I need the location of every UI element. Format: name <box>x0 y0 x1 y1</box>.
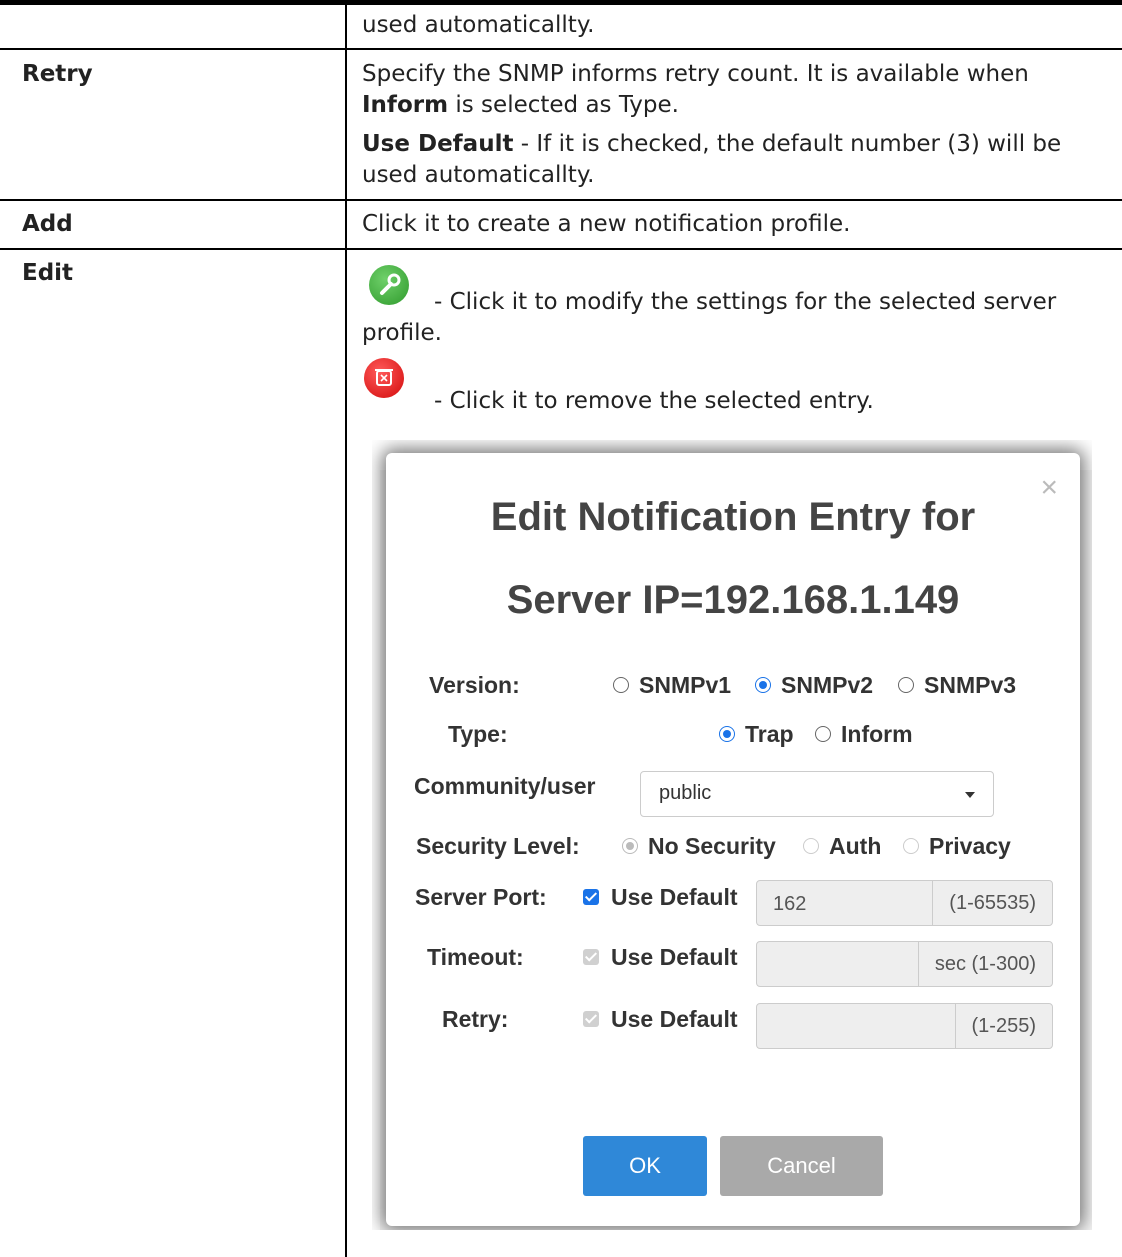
modal-title-line2: Server IP=192.168.1.149 <box>506 578 960 622</box>
retry-use-default-checkbox[interactable]: Use Default <box>583 1006 738 1033</box>
radio-icon <box>719 725 735 742</box>
desc-edit: - Click it to modify the settings for th… <box>362 289 1057 346</box>
checkbox-icon <box>583 888 599 905</box>
type-label: Type: <box>448 721 508 747</box>
radio-snmpv2[interactable]: SNMPv2 <box>755 672 873 699</box>
server-port-input[interactable]: 162 (1-65535) <box>756 880 1053 926</box>
timeout-input[interactable]: sec (1-300) <box>756 941 1053 987</box>
timeout-label: Timeout: <box>427 944 524 970</box>
retry-input[interactable]: (1-255) <box>756 1003 1053 1049</box>
community-label: Community/user <box>414 773 596 799</box>
port-use-default-checkbox[interactable]: Use Default <box>583 884 738 911</box>
dialog-screenshot: × Edit Notification Entry for Server IP=… <box>372 440 1092 1230</box>
version-label: Version: <box>429 672 520 698</box>
radio-icon <box>755 676 771 693</box>
desc-delete: - Click it to remove the selected entry. <box>434 388 874 414</box>
checkbox-icon <box>583 1010 599 1027</box>
security-level-label: Security Level: <box>416 833 580 859</box>
desc-retry-note: Use Default - If it is checked, the defa… <box>362 131 1062 188</box>
radio-snmpv1[interactable]: SNMPv1 <box>613 672 731 699</box>
radio-icon <box>898 676 914 693</box>
timeout-use-default-checkbox[interactable]: Use Default <box>583 944 738 971</box>
radio-trap[interactable]: Trap <box>719 721 794 748</box>
radio-icon <box>613 676 629 693</box>
community-select[interactable]: public <box>640 771 994 817</box>
row-divider <box>0 199 1122 201</box>
cancel-button[interactable]: Cancel <box>720 1136 883 1196</box>
radio-privacy[interactable]: Privacy <box>903 833 1011 860</box>
desc-retry: Specify the SNMP informs retry count. It… <box>362 61 1029 118</box>
desc-cont: used automaticallty. <box>362 12 595 38</box>
row-label-add: Add <box>22 211 73 237</box>
checkbox-icon <box>583 948 599 965</box>
trash-icon <box>364 358 404 398</box>
row-divider <box>0 248 1122 250</box>
ok-button[interactable]: OK <box>583 1136 707 1196</box>
radio-icon <box>803 837 819 854</box>
modal-title-line1: Edit Notification Entry for <box>490 495 976 539</box>
row-divider <box>0 48 1122 50</box>
retry-label: Retry: <box>442 1006 509 1032</box>
row-label-retry: Retry <box>22 61 93 87</box>
radio-no-security[interactable]: No Security <box>622 833 776 860</box>
radio-icon <box>815 725 831 742</box>
radio-icon <box>903 837 919 854</box>
row-label-edit: Edit <box>22 260 74 286</box>
chevron-down-icon <box>965 792 975 798</box>
table-top-border <box>0 0 1122 5</box>
column-divider <box>345 0 347 1257</box>
desc-add: Click it to create a new notification pr… <box>362 211 851 237</box>
server-port-label: Server Port: <box>415 884 547 910</box>
edit-notification-modal: × Edit Notification Entry for Server IP=… <box>386 453 1080 1226</box>
radio-icon <box>622 837 638 854</box>
radio-inform[interactable]: Inform <box>815 721 913 748</box>
radio-auth[interactable]: Auth <box>803 833 881 860</box>
radio-snmpv3[interactable]: SNMPv3 <box>898 672 1016 699</box>
